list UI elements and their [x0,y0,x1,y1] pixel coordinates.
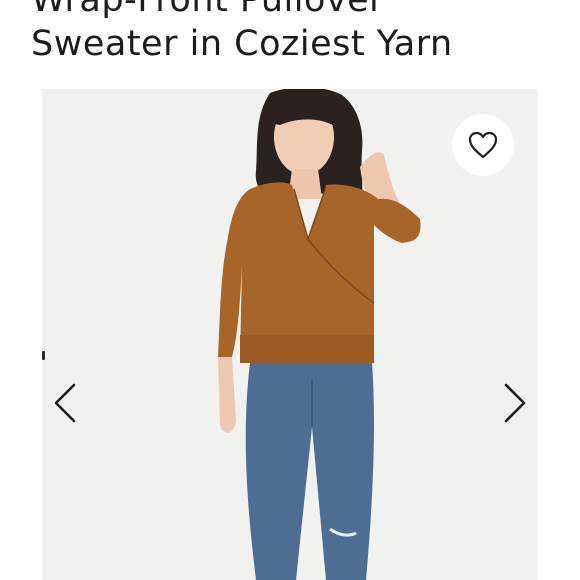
previous-image-button[interactable] [48,379,82,427]
product-title: Wrap-Front Pullover Sweater in Coziest Y… [31,0,453,66]
heart-outline-icon [468,131,498,159]
product-image-carousel[interactable] [42,89,538,580]
next-image-button[interactable] [498,379,532,427]
chevron-left-icon [54,383,76,423]
chevron-right-icon [504,383,526,423]
favorite-button[interactable] [452,114,514,176]
product-title-line-2: Sweater in Coziest Yarn [31,24,453,64]
product-title-line-1: Wrap-Front Pullover [31,0,385,20]
carousel-edge-marker [42,351,45,360]
